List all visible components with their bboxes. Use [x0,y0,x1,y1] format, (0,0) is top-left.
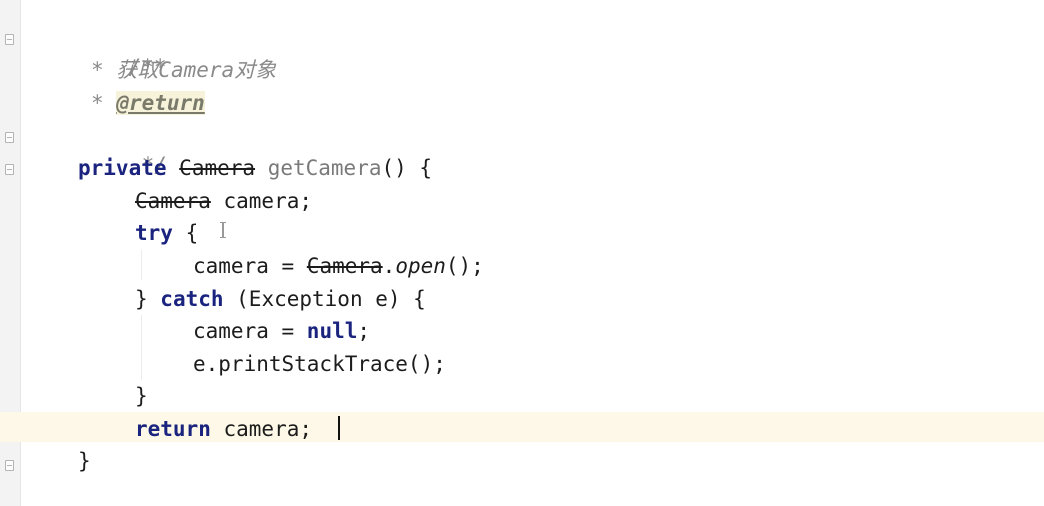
code-line-5: private Camera getCamera() { [78,153,432,183]
text-caret [338,416,340,440]
code-text: camera = [193,254,307,278]
code-line-10: camera = null; [193,316,370,346]
code-line-12: } [135,381,148,411]
code-line-6: Camera camera; [135,186,312,216]
code-line-2: * 获取Camera对象 [91,55,276,85]
code-text: camera; [210,417,313,441]
code-line-14: } [78,446,91,476]
doc-return-tag: @return [116,91,205,115]
deprecated-type: Camera [306,254,383,278]
keyword-catch: catch [160,287,224,311]
code-line-9: } catch (Exception e) { [135,284,426,314]
keyword-null: null [306,319,358,343]
code-line-8: camera = Camera.open(); [193,251,484,281]
code-text: () { [381,156,433,180]
doc-comment-star: * [91,91,117,115]
code-text: (Exception e) { [223,287,426,311]
code-text: camera = [193,319,307,343]
code-line-1: /** [78,22,167,79]
deprecated-type: Camera [179,156,256,180]
code-text: camera; [210,189,313,213]
code-line-7: try { [135,218,198,248]
code-text: (); [445,254,484,278]
code-editor[interactable]: /** * 获取Camera对象 * @return */ private Ca… [0,0,1044,506]
method-name: getCamera [267,156,382,180]
ibeam-cursor-icon [220,222,226,238]
doc-comment-description: 获取Camera对象 [116,58,277,82]
code-text: ; [357,319,371,343]
code-text: { [172,221,199,245]
code-text: } [135,287,161,311]
code-text: e.printStackTrace(); [193,352,446,376]
code-text: . [382,254,396,278]
keyword-try: try [135,221,173,245]
code-line-3: * @return [91,88,205,118]
indent-guide [141,250,142,280]
code-text: } [78,449,91,473]
keyword-return: return [135,417,211,441]
indent-guide [141,315,142,380]
code-line-13: return camera; [135,414,312,444]
code-text: } [135,384,148,408]
code-line-11: e.printStackTrace(); [193,349,446,379]
deprecated-type: Camera [135,189,211,213]
code-line-4: */ [91,120,167,177]
static-method: open [395,254,446,278]
doc-comment-star: * [91,58,117,82]
keyword-private: private [78,156,167,180]
